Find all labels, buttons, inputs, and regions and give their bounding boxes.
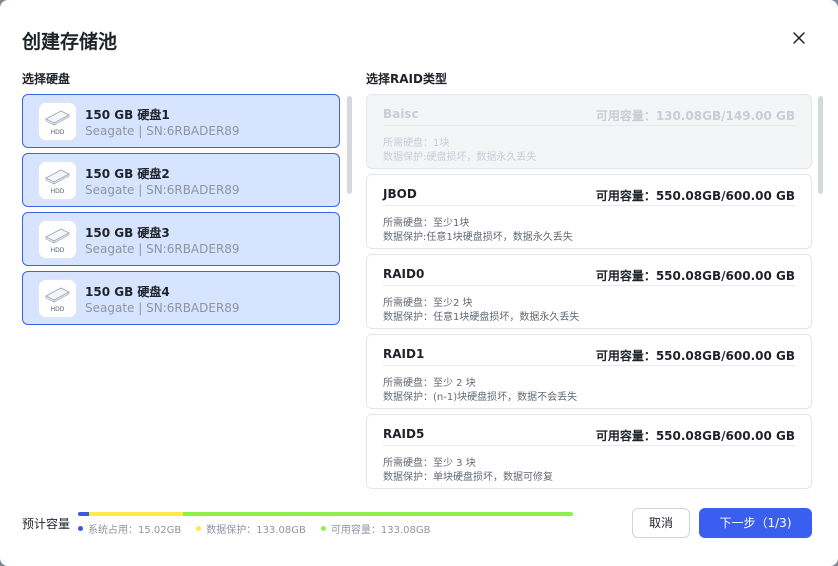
raid-capacity: 可用容量：550.08GB/600.00 GB xyxy=(595,429,795,443)
disk-serial: Seagate | SN:6RBADER89 xyxy=(85,301,240,315)
disk-list-scrollbar[interactable] xyxy=(347,96,352,194)
divider xyxy=(383,285,795,286)
raid-name: JBOD xyxy=(383,187,417,201)
raid-requirement: 所需硬盘：至少2 块 xyxy=(383,298,473,309)
disk-item[interactable]: HDD 150 GB 硬盘2 Seagate | SN:6RBADER89 xyxy=(22,153,340,207)
raid-capacity: 可用容量：550.08GB/600.00 GB xyxy=(595,269,795,283)
capacity-legend: 系统占用：15.02GB 数据保护：133.08GB 可用容量：133.08GB xyxy=(78,521,430,536)
raid-name: RAID0 xyxy=(383,267,425,281)
legend-dot xyxy=(78,526,83,531)
disk-list: HDD 150 GB 硬盘1 Seagate | SN:6RBADER89 HD… xyxy=(22,94,340,330)
raid-capacity: 可用容量：550.08GB/600.00 GB xyxy=(595,189,795,203)
svg-text:HDD: HDD xyxy=(51,247,65,254)
capacity-segment xyxy=(182,512,573,516)
raid-option-raid5[interactable]: RAID5 可用容量：550.08GB/600.00 GB 所需硬盘：至少 3 … xyxy=(366,414,812,489)
legend-text: 可用容量：133.08GB xyxy=(330,525,431,536)
close-icon[interactable] xyxy=(789,28,809,48)
legend-text: 数据保护：133.08GB xyxy=(206,525,306,536)
raid-protection: 数据保护：(n-1)块硬盘损坏，数据不会丢失 xyxy=(383,392,578,403)
capacity-segment xyxy=(88,512,183,516)
svg-text:HDD: HDD xyxy=(51,188,65,195)
select-raid-label: 选择RAID类型 xyxy=(366,72,447,86)
divider xyxy=(383,125,795,126)
raid-type-list: Baisc 可用容量：130.08GB/149.00 GB 所需硬盘：1块 数据… xyxy=(366,94,812,494)
disk-item[interactable]: HDD 150 GB 硬盘4 Seagate | SN:6RBADER89 xyxy=(22,271,340,325)
disk-serial: Seagate | SN:6RBADER89 xyxy=(85,242,240,256)
raid-name: Baisc xyxy=(383,107,419,121)
raid-option-raid0[interactable]: RAID0 可用容量：550.08GB/600.00 GB 所需硬盘：至少2 块… xyxy=(366,254,812,329)
next-step-button[interactable]: 下一步（1/3) xyxy=(699,508,812,538)
hdd-icon: HDD xyxy=(39,280,76,317)
cancel-button[interactable]: 取消 xyxy=(632,508,690,538)
raid-requirement: 所需硬盘：1块 xyxy=(383,138,450,149)
raid-name: RAID5 xyxy=(383,427,425,441)
capacity-segment xyxy=(78,512,89,516)
legend-dot xyxy=(196,526,202,531)
disk-name: 150 GB 硬盘3 xyxy=(85,226,170,240)
divider xyxy=(383,365,795,366)
divider xyxy=(383,445,795,446)
raid-protection: 数据保护：单块硬盘损坏，数据可修复 xyxy=(383,472,553,483)
raid-requirement: 所需硬盘：至少 3 块 xyxy=(383,458,476,469)
hdd-icon: HDD xyxy=(39,103,76,140)
disk-name: 150 GB 硬盘4 xyxy=(85,285,170,299)
raid-capacity: 可用容量：130.08GB/149.00 GB xyxy=(595,109,795,123)
disk-item[interactable]: HDD 150 GB 硬盘3 Seagate | SN:6RBADER89 xyxy=(22,212,340,266)
capacity-bar xyxy=(78,512,573,516)
legend-available: 可用容量：133.08GB xyxy=(320,521,431,536)
estimated-capacity-label: 预计容量 xyxy=(22,517,71,531)
raid-requirement: 所需硬盘：至少 2 块 xyxy=(383,378,476,389)
legend-text: 系统占用：15.02GB xyxy=(88,525,182,536)
disk-serial: Seagate | SN:6RBADER89 xyxy=(85,183,240,197)
raid-option-jbod[interactable]: JBOD 可用容量：550.08GB/600.00 GB 所需硬盘：至少1块 数… xyxy=(366,174,812,249)
disk-name: 150 GB 硬盘1 xyxy=(85,108,170,122)
hdd-icon: HDD xyxy=(39,221,76,258)
legend-dot xyxy=(320,526,326,531)
disk-serial: Seagate | SN:6RBADER89 xyxy=(85,124,240,138)
svg-text:HDD: HDD xyxy=(51,129,65,136)
svg-text:HDD: HDD xyxy=(51,306,65,313)
raid-requirement: 所需硬盘：至少1块 xyxy=(383,218,470,229)
raid-name: RAID1 xyxy=(383,347,425,361)
raid-protection: 数据保护：任意1块硬盘损坏，数据永久丢失 xyxy=(383,312,580,323)
legend-protection: 数据保护：133.08GB xyxy=(196,521,306,536)
divider xyxy=(383,205,795,206)
create-storage-pool-dialog: 创建存储池 选择硬盘 选择RAID类型 HDD 150 GB 硬盘1 Seaga… xyxy=(0,0,838,566)
disk-name: 150 GB 硬盘2 xyxy=(85,167,170,181)
dialog-title: 创建存储池 xyxy=(22,31,118,53)
raid-protection: 数据保护:硬盘损坏，数据永久丢失 xyxy=(383,152,537,163)
raid-protection: 数据保护:任意1块硬盘损坏，数据永久丢失 xyxy=(383,232,573,243)
select-disk-label: 选择硬盘 xyxy=(22,72,71,86)
disk-item[interactable]: HDD 150 GB 硬盘1 Seagate | SN:6RBADER89 xyxy=(22,94,340,148)
legend-system: 系统占用：15.02GB xyxy=(78,521,181,536)
raid-option-basic: Baisc 可用容量：130.08GB/149.00 GB 所需硬盘：1块 数据… xyxy=(366,94,812,169)
raid-list-scrollbar[interactable] xyxy=(818,96,823,194)
raid-option-raid1[interactable]: RAID1 可用容量：550.08GB/600.00 GB 所需硬盘：至少 2 … xyxy=(366,334,812,409)
raid-capacity: 可用容量：550.08GB/600.00 GB xyxy=(595,349,795,363)
hdd-icon: HDD xyxy=(39,162,76,199)
